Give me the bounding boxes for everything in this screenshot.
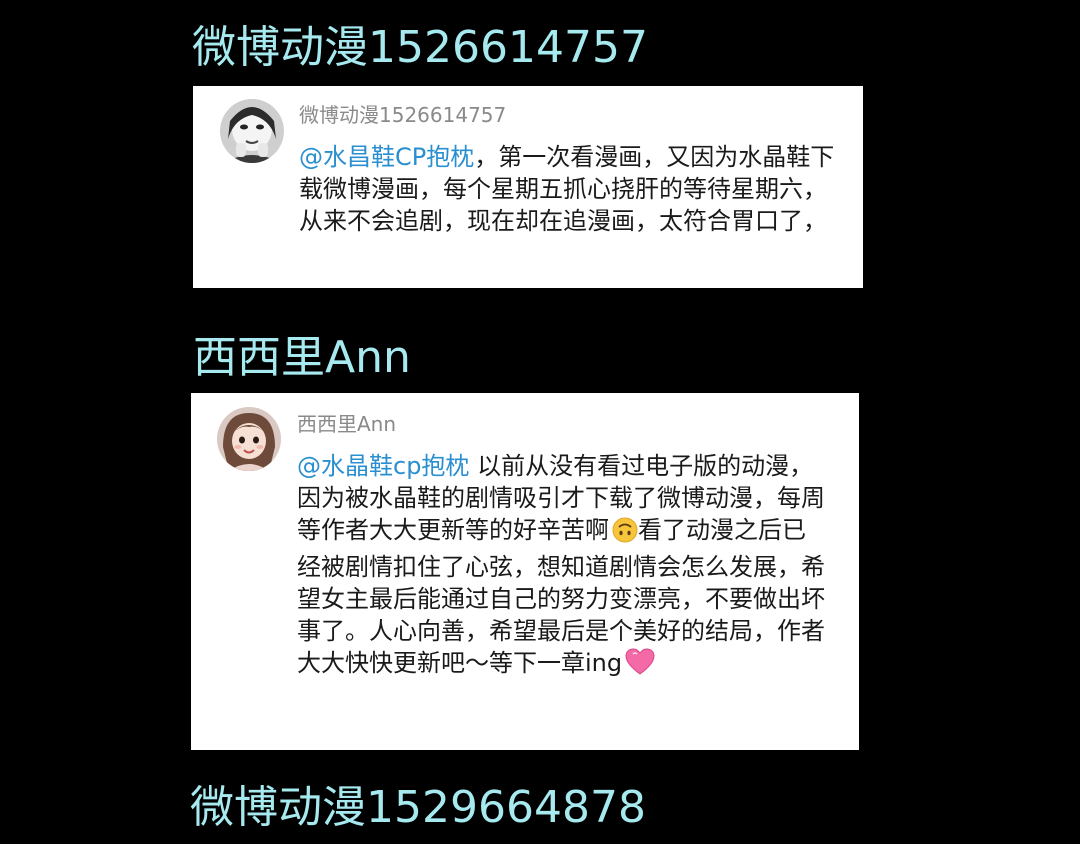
section-heading-username-2: 西西里Ann	[193, 332, 411, 383]
child-avatar-icon[interactable]	[217, 407, 281, 471]
comment-card: 微博动漫1526614757 @水昌鞋CP抱枕，第一次看漫画，又因为水晶鞋下载微…	[193, 86, 863, 288]
section-heading-username-1: 微博动漫1526614757	[192, 22, 648, 73]
upside-down-face-icon	[612, 517, 638, 551]
mention-link[interactable]: @水晶鞋cp抱枕	[297, 452, 469, 480]
pink-heart-icon	[625, 648, 655, 684]
comment-username[interactable]: 西西里Ann	[297, 414, 396, 434]
comment-card: 西西里Ann @水晶鞋cp抱枕 以前从没有看过电子版的动漫，因为被水晶鞋的剧情吸…	[191, 393, 859, 750]
comment-text: @水晶鞋cp抱枕 以前从没有看过电子版的动漫，因为被水晶鞋的剧情吸引才下载了微博…	[297, 450, 827, 684]
comment-username[interactable]: 微博动漫1526614757	[299, 105, 506, 125]
woman-avatar-icon[interactable]	[220, 99, 284, 163]
section-heading-username-3: 微博动漫1529664878	[190, 782, 646, 833]
mention-link[interactable]: @水昌鞋CP抱枕	[299, 143, 474, 171]
comment-text: @水昌鞋CP抱枕，第一次看漫画，又因为水晶鞋下载微博漫画，每个星期五抓心挠肝的等…	[299, 141, 839, 237]
